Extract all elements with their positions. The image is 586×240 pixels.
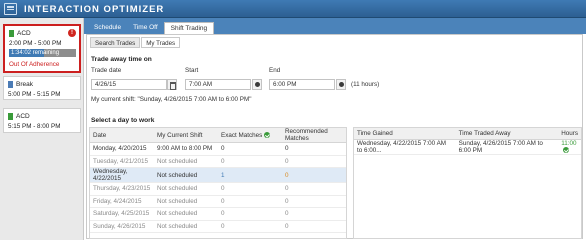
- row-rec: 0: [282, 195, 346, 208]
- current-shift-text: My current shift: "Sunday, 4/26/2015 7:0…: [91, 96, 252, 103]
- trade-gained: Wednesday, 4/22/2015 7:00 AM to 6:00...: [354, 139, 456, 155]
- activity-name: ACD: [8, 112, 77, 121]
- row-exact: 0: [218, 207, 282, 221]
- check-icon: [264, 131, 271, 138]
- row-rec: 0: [282, 220, 346, 233]
- start-label: Start: [185, 67, 199, 74]
- activity-time: 2:00 PM - 5:00 PM: [9, 40, 62, 47]
- row-date: Tuesday, 4/21/2015: [90, 155, 154, 168]
- row-shift: Not scheduled: [154, 182, 218, 196]
- table-row[interactable]: Sunday, 4/26/2015 Not scheduled 0 0: [90, 220, 346, 233]
- exact-matches-label: Exact Matches: [221, 131, 263, 139]
- calendar-icon[interactable]: [167, 79, 177, 90]
- table-row[interactable]: Monday, 4/20/2015 9:00 AM to 8:00 PM 0 0: [90, 142, 346, 156]
- table-row[interactable]: Saturday, 4/25/2015 Not scheduled 0 0: [90, 207, 346, 221]
- trade-hours: 11:00: [561, 139, 577, 147]
- row-date: Thursday, 4/23/2015: [90, 182, 154, 196]
- activity-name: Break: [8, 80, 77, 89]
- col-date[interactable]: Date: [90, 128, 154, 143]
- row-date: Monday, 4/20/2015: [90, 142, 154, 156]
- table-row[interactable]: Thursday, 4/23/2015 Not scheduled 0 0: [90, 182, 346, 196]
- row-rec: 0: [282, 155, 346, 168]
- row-rec: 0: [282, 142, 346, 156]
- activity-time: 5:00 PM - 5:15 PM: [8, 91, 61, 98]
- remaining-progress-bar: 1:34:02 remaining: [9, 49, 76, 57]
- row-exact: 0: [218, 155, 282, 168]
- check-icon: [563, 146, 570, 153]
- row-exact: 1: [218, 167, 282, 183]
- row-rec: 0: [282, 182, 346, 196]
- row-shift: Not scheduled: [154, 155, 218, 168]
- col-time-traded-away[interactable]: Time Traded Away: [455, 128, 559, 140]
- row-shift: Not scheduled: [154, 195, 218, 208]
- end-time-input[interactable]: 6:00 PM: [269, 79, 335, 90]
- col-hours[interactable]: Hours: [558, 128, 581, 140]
- select-day-heading: Select a day to work: [91, 117, 155, 124]
- table-row-selected[interactable]: Wednesday, 4/22/2015 Not scheduled 1 0: [90, 167, 346, 183]
- clock-icon[interactable]: [336, 79, 346, 90]
- main-tabs: Schedule Time Off Shift Trading: [88, 22, 215, 34]
- row-shift: Not scheduled: [154, 167, 218, 183]
- end-label: End: [269, 67, 281, 74]
- tab-schedule[interactable]: Schedule: [88, 22, 127, 34]
- subtab-my-trades[interactable]: My Trades: [141, 37, 181, 48]
- trades-table: Time Gained Time Traded Away Hours Wedne…: [354, 128, 581, 155]
- schedule-card-current[interactable]: ACD ! 2:00 PM - 5:00 PM 1:34:02 remainin…: [3, 24, 81, 73]
- clock-icon[interactable]: [252, 79, 262, 90]
- schedule-card-acd[interactable]: ACD 5:15 PM - 8:00 PM: [3, 108, 81, 133]
- table-row[interactable]: Friday, 4/24/2015 Not scheduled 0 0: [90, 195, 346, 208]
- alert-icon: !: [68, 29, 76, 37]
- trade-row[interactable]: Wednesday, 4/22/2015 7:00 AM to 6:00... …: [354, 139, 581, 155]
- table-row[interactable]: Tuesday, 4/21/2015 Not scheduled 0 0: [90, 155, 346, 168]
- subtab-search-trades[interactable]: Search Trades: [90, 37, 141, 48]
- tab-shift-trading[interactable]: Shift Trading: [163, 22, 215, 34]
- activity-time: 5:15 PM - 8:00 PM: [8, 123, 61, 130]
- row-date: Friday, 4/24/2015: [90, 195, 154, 208]
- trade-hours: (11 hours): [351, 81, 380, 88]
- col-time-gained[interactable]: Time Gained: [354, 128, 456, 140]
- trade-hours-cell: 11:00: [558, 139, 581, 155]
- row-date: Wednesday, 4/22/2015: [90, 167, 154, 183]
- trade-date-label: Trade date: [91, 67, 122, 74]
- activity-name: ACD: [9, 29, 76, 38]
- trade-away-heading: Trade away time on: [91, 56, 152, 63]
- adherence-status: Out Of Adherence: [9, 61, 60, 68]
- row-date: Saturday, 4/25/2015: [90, 207, 154, 221]
- row-exact: 0: [218, 220, 282, 233]
- trade-away: Sunday, 4/26/2015 7:00 AM to 6:00 PM: [455, 139, 559, 155]
- days-table: Date My Current Shift Exact Matches Reco…: [90, 128, 346, 233]
- schedule-card-break[interactable]: Break 5:00 PM - 5:15 PM: [3, 76, 81, 100]
- start-time-input[interactable]: 7:00 AM: [185, 79, 251, 90]
- col-current-shift[interactable]: My Current Shift: [154, 128, 218, 143]
- col-exact-matches[interactable]: Exact Matches: [218, 128, 282, 143]
- sub-tabs: Search Trades My Trades: [90, 37, 181, 48]
- row-exact: 0: [218, 182, 282, 196]
- title-bar: INTERACTION OPTIMIZER: [0, 0, 586, 18]
- trade-date-input[interactable]: 4/26/15: [91, 79, 167, 90]
- col-recommended-matches[interactable]: Recommended Matches: [282, 128, 346, 143]
- row-date: Sunday, 4/26/2015: [90, 220, 154, 233]
- row-rec: 0: [282, 207, 346, 221]
- row-exact: 0: [218, 142, 282, 156]
- row-rec: 0: [282, 167, 346, 183]
- remaining-text: 1:34:02 remaining: [11, 50, 60, 56]
- row-exact: 0: [218, 195, 282, 208]
- row-shift: 9:00 AM to 8:00 PM: [154, 142, 218, 156]
- schedule-sidebar: ACD ! 2:00 PM - 5:00 PM 1:34:02 remainin…: [0, 18, 84, 240]
- row-shift: Not scheduled: [154, 220, 218, 233]
- calendar-grid-icon: [4, 3, 17, 15]
- row-shift: Not scheduled: [154, 207, 218, 221]
- app-title: INTERACTION OPTIMIZER: [24, 4, 165, 15]
- tab-time-off[interactable]: Time Off: [127, 22, 164, 34]
